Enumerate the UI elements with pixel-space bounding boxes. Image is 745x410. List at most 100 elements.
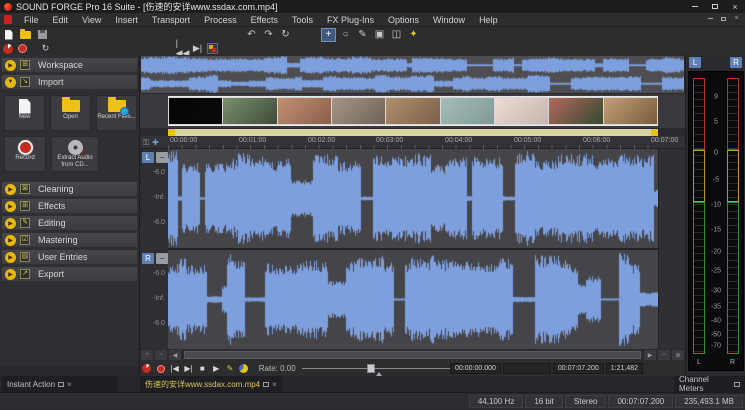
scroll-right-button[interactable]: ▶: [644, 350, 656, 360]
close-button[interactable]: ×: [725, 0, 745, 13]
ruler-scale[interactable]: 00:00:00 00:01:00 00:02:00 00:03:00 00:0…: [168, 136, 685, 149]
import-new-button[interactable]: New: [4, 95, 45, 131]
loop-region-bar[interactable]: [168, 129, 658, 136]
sidebar-section-editing[interactable]: ▶ ✎ Editing: [2, 216, 137, 230]
close-icon[interactable]: ×: [67, 380, 72, 389]
expander-icon[interactable]: ▶: [5, 252, 16, 263]
magnify-tool-button[interactable]: ○: [338, 28, 353, 42]
menu-item-options[interactable]: Options: [381, 13, 426, 26]
waveform-left-channel[interactable]: [168, 149, 658, 248]
channel-meters-tab[interactable]: Channel Meters: [674, 376, 745, 392]
event-tool-button[interactable]: ✦: [406, 28, 421, 42]
redo-button[interactable]: ↷: [261, 28, 276, 42]
minimize-button[interactable]: [685, 0, 705, 13]
document-tab[interactable]: 伤速的安详www.ssdax.com.mp4 ×: [140, 376, 282, 392]
popout-icon[interactable]: [263, 382, 269, 387]
overview-waveform[interactable]: [141, 56, 684, 93]
expander-icon[interactable]: ▶: [5, 269, 16, 280]
child-close-button[interactable]: ×: [730, 13, 743, 24]
record-remote-button[interactable]: [1, 43, 14, 55]
popout-icon[interactable]: [734, 382, 740, 387]
sidebar-section-workspace[interactable]: ▶ ⊞ Workspace: [2, 58, 137, 72]
position-readout[interactable]: 00:00:00.000: [450, 363, 501, 374]
video-thumbnail[interactable]: [386, 98, 439, 124]
video-thumbnail[interactable]: [223, 98, 276, 124]
waveform-right-channel[interactable]: [168, 250, 658, 349]
menu-item-process[interactable]: Process: [197, 13, 244, 26]
menu-item-fx-plugins[interactable]: FX Plug-Ins: [320, 13, 381, 26]
video-thumbnail[interactable]: [604, 98, 657, 124]
end-readout[interactable]: 00:07:07.200: [553, 363, 604, 374]
menu-item-window[interactable]: Window: [426, 13, 472, 26]
expander-icon[interactable]: ▶: [5, 201, 16, 212]
record-button[interactable]: [16, 43, 29, 55]
record-remote-button[interactable]: [140, 362, 154, 375]
repeat-button[interactable]: ↻: [278, 28, 293, 42]
sidebar-section-import[interactable]: ▼ ↘ Import: [2, 75, 137, 89]
snap-button[interactable]: ◫: [389, 28, 404, 42]
zoom-in-button[interactable]: +: [141, 350, 153, 360]
edit-tool-button[interactable]: +: [321, 28, 336, 42]
go-to-end-button[interactable]: ▶|: [182, 362, 196, 375]
sidebar-section-effects[interactable]: ▶ ⊞ Effects: [2, 199, 137, 213]
menu-item-tools[interactable]: Tools: [285, 13, 320, 26]
sidebar-section-user-entries[interactable]: ▶ ▤ User Entries: [2, 250, 137, 264]
channel-right-button[interactable]: R: [142, 253, 154, 264]
sidebar-section-cleaning[interactable]: ▶ ⊠ Cleaning: [2, 182, 137, 196]
expander-icon[interactable]: ▼: [5, 77, 16, 88]
undo-button[interactable]: ↶: [244, 28, 259, 42]
sidebar-section-export[interactable]: ▶ ↗ Export: [2, 267, 137, 281]
go-to-end-button[interactable]: ▶|: [191, 43, 204, 55]
play-as-cursor-button[interactable]: ✎: [223, 362, 237, 375]
menu-item-edit[interactable]: Edit: [46, 13, 76, 26]
menu-item-transport[interactable]: Transport: [145, 13, 197, 26]
import-open-button[interactable]: Open: [50, 95, 91, 131]
selection-readout[interactable]: [503, 363, 551, 374]
close-icon[interactable]: ×: [272, 380, 277, 389]
import-extract-cd-button[interactable]: Extract Audio from CD...: [51, 136, 99, 172]
video-thumbnail[interactable]: [549, 98, 602, 124]
expander-icon[interactable]: ▶: [5, 184, 16, 195]
popout-icon[interactable]: [58, 382, 64, 387]
instant-action-tab[interactable]: Instant Action ×: [2, 376, 118, 392]
loop-icon[interactable]: [237, 362, 251, 375]
lock-icon[interactable]: ⚿: [143, 138, 149, 148]
meter-left-button[interactable]: L: [689, 57, 701, 68]
loop-start-marker[interactable]: [168, 129, 175, 136]
horizontal-scrollbar[interactable]: + − ◀ ▶ − ⊕: [140, 349, 685, 361]
import-recent-files-button[interactable]: Recent Files...: [96, 95, 137, 131]
rate-slider[interactable]: [302, 362, 450, 375]
menu-item-file[interactable]: File: [17, 13, 46, 26]
expander-icon[interactable]: ▶: [5, 235, 16, 246]
zoom-out-button[interactable]: −: [155, 350, 167, 360]
video-thumbnail[interactable]: [278, 98, 331, 124]
length-readout[interactable]: 1:21,482: [606, 363, 643, 374]
record-button[interactable]: [154, 362, 168, 375]
insert-marker-icon[interactable]: ✚: [152, 138, 159, 147]
stop-button[interactable]: ■: [195, 362, 209, 375]
video-thumbnail[interactable]: [441, 98, 494, 124]
channel-right-collapse-button[interactable]: −: [156, 253, 168, 264]
sidebar-section-mastering[interactable]: ▶ ☑ Mastering: [2, 233, 137, 247]
menu-item-view[interactable]: View: [75, 13, 108, 26]
meter-right-button[interactable]: R: [730, 57, 742, 68]
menu-item-effects[interactable]: Effects: [244, 13, 285, 26]
rate-slider-handle[interactable]: [367, 364, 375, 373]
import-record-button[interactable]: Record: [4, 136, 46, 172]
menu-item-insert[interactable]: Insert: [108, 13, 145, 26]
child-minimize-button[interactable]: [704, 13, 717, 24]
expander-icon[interactable]: ▶: [5, 60, 16, 71]
child-restore-button[interactable]: [717, 13, 730, 24]
video-thumbnail[interactable]: [495, 98, 548, 124]
new-file-button[interactable]: [1, 28, 16, 42]
marker-tool-button[interactable]: [206, 43, 219, 55]
loop-end-marker[interactable]: [651, 129, 658, 136]
envelope-tool-button[interactable]: ▣: [372, 28, 387, 42]
play-button[interactable]: ▶: [209, 362, 223, 375]
time-ruler[interactable]: ⚿ ✚ 00:00:00 00:01:00 00:02:00 00:03:00 …: [140, 136, 685, 149]
expander-icon[interactable]: ▶: [5, 218, 16, 229]
maximize-button[interactable]: [705, 0, 725, 13]
zoom-out-button-right[interactable]: −: [658, 350, 670, 360]
channel-left-button[interactable]: L: [142, 152, 154, 163]
zoom-normal-button[interactable]: ⊕: [672, 350, 684, 360]
